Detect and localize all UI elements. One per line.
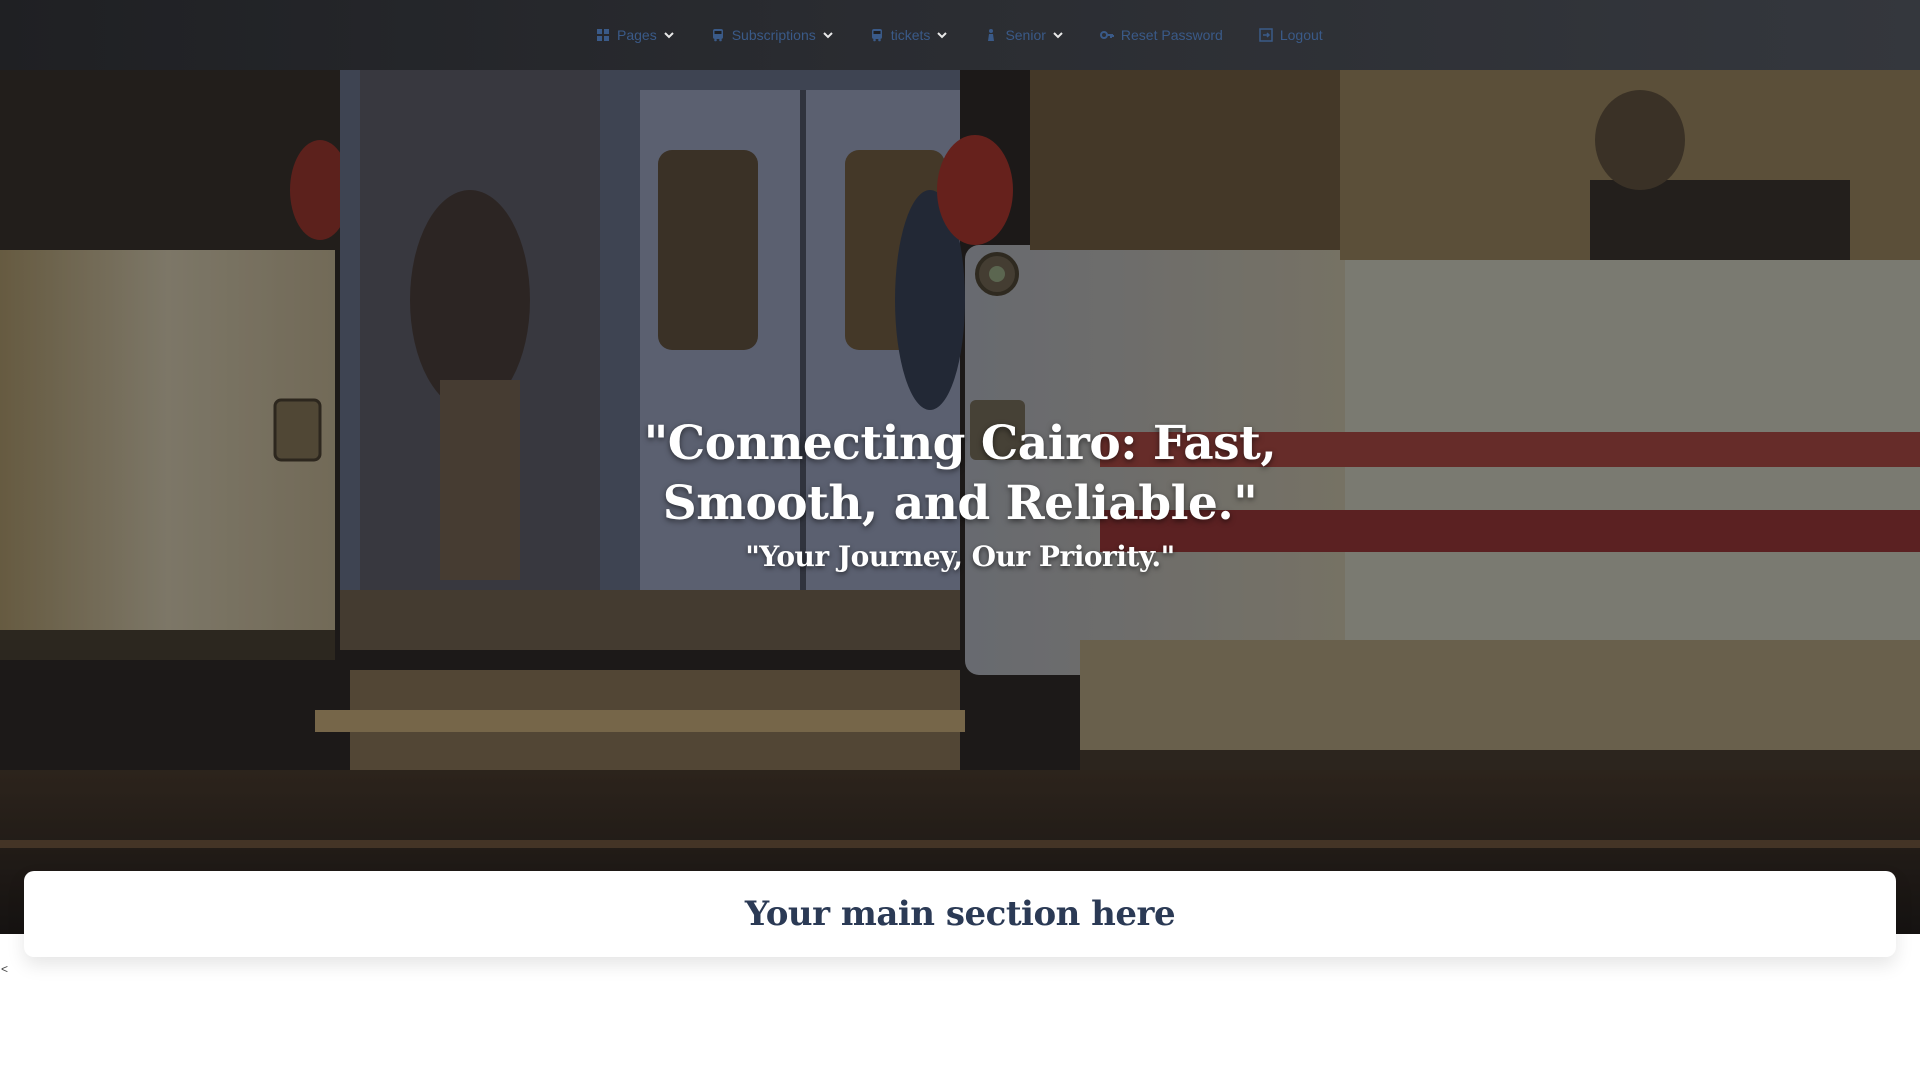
stray-text: <: [1, 962, 9, 976]
chevron-down-icon: [1052, 29, 1064, 41]
nav-item-label: Logout: [1279, 27, 1323, 43]
grid-icon: [596, 28, 610, 42]
nav-item-pages[interactable]: Pages: [596, 0, 675, 70]
hero-subtitle: "Your Journey, Our Priority.": [745, 540, 1175, 573]
nav-item-label: Senior: [1005, 27, 1046, 43]
bus-icon: [711, 28, 725, 42]
nav-item-label: Reset Password: [1120, 27, 1223, 43]
chevron-down-icon: [936, 29, 948, 41]
key-icon: [1099, 28, 1114, 42]
nav-item-label: Subscriptions: [731, 27, 816, 43]
nav-item-label: tickets: [890, 27, 931, 43]
nav-item-label: Pages: [617, 27, 657, 43]
nav-item-logout[interactable]: Logout: [1259, 0, 1323, 70]
nav-menu: Pages Subscriptions tickets Senior Reset…: [596, 0, 1359, 70]
chevron-down-icon: [663, 29, 675, 41]
logout-icon: [1259, 28, 1273, 42]
nav-item-reset-password[interactable]: Reset Password: [1099, 0, 1223, 70]
bus-icon: [870, 28, 884, 42]
hero-section: "Connecting Cairo: Fast, Smooth, and Rel…: [0, 70, 1920, 934]
hero-title: "Connecting Cairo: Fast, Smooth, and Rel…: [643, 416, 1277, 531]
hero-text: "Connecting Cairo: Fast, Smooth, and Rel…: [0, 414, 1920, 573]
person-icon: [984, 28, 998, 42]
nav-item-tickets[interactable]: tickets: [870, 0, 949, 70]
chevron-down-icon: [822, 29, 834, 41]
main-section-card: Your main section here: [24, 871, 1896, 957]
nav-item-subscriptions[interactable]: Subscriptions: [711, 0, 834, 70]
top-navbar: Pages Subscriptions tickets Senior Reset…: [0, 0, 1920, 70]
nav-item-senior[interactable]: Senior: [984, 0, 1063, 70]
main-section-heading: Your main section here: [744, 894, 1176, 934]
